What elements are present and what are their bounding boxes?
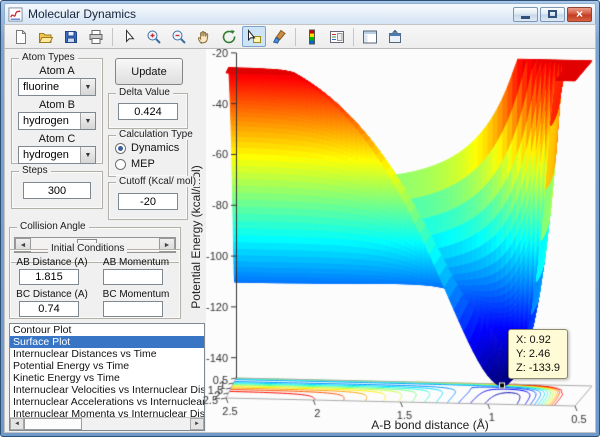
bc-momentum-label: BC Momentum xyxy=(95,289,177,300)
datatip-z-value: Z: -133.9 xyxy=(516,361,560,375)
datatip-x-value: X: 0.92 xyxy=(516,333,560,347)
close-button[interactable] xyxy=(567,7,592,22)
plot-tools-button[interactable] xyxy=(358,26,382,47)
atom-c-value: hydrogen xyxy=(19,147,80,163)
new-figure-icon xyxy=(13,29,29,45)
list-item[interactable]: Contour Plot xyxy=(10,324,204,336)
datatip[interactable]: X: 0.92 Y: 2.46 Z: -133.9 xyxy=(508,329,568,379)
x-axis-label: A-B bond distance (Å) xyxy=(325,418,535,432)
pan-icon xyxy=(196,29,212,45)
delta-value-field[interactable] xyxy=(118,103,178,120)
atom-c-label: Atom C xyxy=(11,133,103,145)
scroll-left-icon[interactable] xyxy=(10,418,24,430)
maximize-button[interactable] xyxy=(540,7,565,22)
brush-data-button[interactable] xyxy=(267,26,291,47)
initial-conditions-title: Initial Conditions xyxy=(48,243,127,254)
bc-momentum-field[interactable] xyxy=(103,301,163,317)
radio-icon[interactable] xyxy=(115,143,126,154)
atom-b-label: Atom B xyxy=(11,99,103,111)
pan-button[interactable] xyxy=(192,26,216,47)
new-figure-button[interactable] xyxy=(9,26,33,47)
zoom-out-button[interactable] xyxy=(167,26,191,47)
ab-distance-label: AB Distance (A) xyxy=(11,257,93,268)
rotate-3d-icon xyxy=(221,29,237,45)
open-file-button[interactable] xyxy=(34,26,58,47)
atom-types-title: Atom Types xyxy=(19,52,78,63)
dynamics-radio-label: Dynamics xyxy=(131,142,179,154)
toolbar-separator xyxy=(295,28,296,46)
delta-value-title: Delta Value xyxy=(116,87,173,98)
listbox-items: Contour PlotSurface PlotInternuclear Dis… xyxy=(10,324,204,418)
cutoff-field[interactable] xyxy=(118,193,178,210)
insert-legend-button[interactable] xyxy=(325,26,349,47)
plot-tools-icon xyxy=(362,29,378,45)
data-cursor-icon xyxy=(246,29,262,45)
zoom-in-icon xyxy=(146,29,162,45)
edit-plot-icon xyxy=(121,29,137,45)
bc-distance-field[interactable] xyxy=(19,301,79,317)
dropdown-arrow-icon[interactable] xyxy=(80,79,95,95)
brush-data-icon xyxy=(271,29,287,45)
mep-radio-label: MEP xyxy=(131,158,155,170)
print-figure-button[interactable] xyxy=(84,26,108,47)
maximize-icon xyxy=(548,10,557,18)
toolbar-separator xyxy=(353,28,354,46)
atom-b-value: hydrogen xyxy=(19,113,80,129)
scrollbar-thumb[interactable] xyxy=(24,418,82,430)
toolbar-separator xyxy=(112,28,113,46)
radio-icon[interactable] xyxy=(115,159,126,170)
insert-legend-icon xyxy=(329,29,345,45)
dropdown-arrow-icon[interactable] xyxy=(80,113,95,129)
plot-type-listbox[interactable]: Contour PlotSurface PlotInternuclear Dis… xyxy=(9,323,205,431)
window-title: Molecular Dynamics xyxy=(28,7,511,21)
ab-momentum-field[interactable] xyxy=(103,269,163,285)
dock-figure-button[interactable] xyxy=(383,26,407,47)
save-figure-button[interactable] xyxy=(59,26,83,47)
dynamics-radio[interactable]: Dynamics xyxy=(115,142,179,154)
list-item[interactable]: Potential Energy vs Time xyxy=(10,360,204,372)
mep-radio[interactable]: MEP xyxy=(115,158,155,170)
close-icon xyxy=(576,9,583,19)
list-item[interactable]: Internuclear Accelerations vs Internucle… xyxy=(10,396,204,408)
dropdown-arrow-icon[interactable] xyxy=(80,147,95,163)
atom-a-value: fluorine xyxy=(19,79,80,95)
print-figure-icon xyxy=(88,29,104,45)
edit-plot-button[interactable] xyxy=(117,26,141,47)
steps-field[interactable] xyxy=(23,182,91,199)
dock-figure-icon xyxy=(387,29,403,45)
ab-momentum-label: AB Momentum xyxy=(95,257,177,268)
atom-b-dropdown[interactable]: hydrogen xyxy=(18,112,96,130)
list-item[interactable]: Kinetic Energy vs Time xyxy=(10,372,204,384)
bc-distance-label: BC Distance (A) xyxy=(11,289,93,300)
insert-colorbar-button[interactable] xyxy=(300,26,324,47)
insert-colorbar-icon xyxy=(304,29,320,45)
steps-title: Steps xyxy=(19,165,51,176)
data-cursor-button[interactable] xyxy=(242,26,266,47)
rotate-3d-button[interactable] xyxy=(217,26,241,47)
datatip-y-value: Y: 2.46 xyxy=(516,347,560,361)
content-area: Potential Energy (kcal/mol) Atom Types A… xyxy=(4,49,596,433)
update-button[interactable]: Update xyxy=(115,58,183,85)
app-window: Molecular Dynamics Potential Energy (kca… xyxy=(0,0,600,437)
window-icon xyxy=(8,7,23,22)
open-file-icon xyxy=(38,29,54,45)
listbox-hscrollbar[interactable] xyxy=(10,417,204,430)
minimize-icon xyxy=(521,16,530,19)
collision-angle-title: Collision Angle xyxy=(17,221,89,232)
figure-toolbar xyxy=(4,24,596,49)
minimize-button[interactable] xyxy=(513,7,538,22)
atom-c-dropdown[interactable]: hydrogen xyxy=(18,146,96,164)
list-item[interactable]: Surface Plot xyxy=(10,336,204,348)
ab-distance-field[interactable] xyxy=(19,269,79,285)
zoom-out-icon xyxy=(171,29,187,45)
save-figure-icon xyxy=(63,29,79,45)
atom-a-label: Atom A xyxy=(11,65,103,77)
atom-a-dropdown[interactable]: fluorine xyxy=(18,78,96,96)
zoom-in-button[interactable] xyxy=(142,26,166,47)
list-item[interactable]: Internuclear Distances vs Time xyxy=(10,348,204,360)
titlebar[interactable]: Molecular Dynamics xyxy=(4,3,596,24)
list-item[interactable]: Internuclear Velocities vs Internuclear … xyxy=(10,384,204,396)
